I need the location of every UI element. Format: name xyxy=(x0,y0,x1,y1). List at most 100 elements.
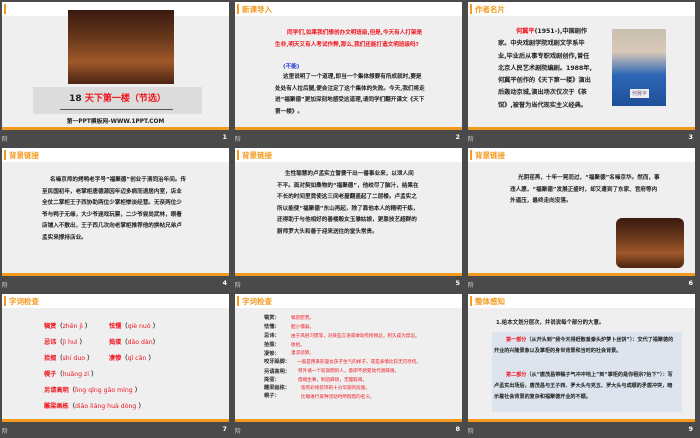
slide-1: 18 天下第一楼（节选） 第一PPT模板网-WWW.1PPT.COM xyxy=(2,2,229,130)
slide-heading: 背景链接 xyxy=(475,151,505,160)
footer-bar xyxy=(468,127,695,130)
term: 捣蛋： xyxy=(264,377,280,383)
accent-bar xyxy=(470,296,472,306)
slide-number: 6 xyxy=(688,279,693,287)
slide-number: 9 xyxy=(688,425,693,433)
definition: 一般是用来形容女孩子生气的样子，或是表情比较无可奈何。 xyxy=(297,360,422,365)
slide-heading: 背景链接 xyxy=(242,151,272,160)
term: 忌讳： xyxy=(264,333,280,339)
answer-box: 第一部分（从开头到“我今天得赶散羞秦头炉萝卜丝饼”）：交代了福聚德的开业的兴隆景… xyxy=(492,332,682,412)
term: 凄惨： xyxy=(264,351,280,357)
accent-bar xyxy=(470,150,472,160)
definition: 由于风俗习惯等，对某些言语或举动有所顾忌，积久成为禁忌。 xyxy=(291,334,420,339)
accent-bar xyxy=(4,4,6,14)
slide-header: 背景链接 xyxy=(468,148,695,162)
term: 犒赏： xyxy=(264,315,280,321)
accent-bar xyxy=(4,296,6,306)
vocab-item: 怯懦（qiè nuò ） xyxy=(109,323,159,330)
vocab-item: 雕梁画栋（diāo liáng huà dòng ） xyxy=(44,403,145,410)
slide-label: 阶 xyxy=(2,428,9,435)
footer-bar xyxy=(2,273,229,276)
vocab-item: 另请高明（lìng qǐng gāo míng ） xyxy=(44,387,142,394)
slide-number: 3 xyxy=(688,133,693,141)
slide-4: 背景链接 名噪京师的烤鸭老字号“福聚德”创业于清同治年间。传至民国初年，老掌柜唐… xyxy=(2,148,229,276)
slide-thumbnail-4[interactable]: 背景链接 名噪京师的烤鸭老字号“福聚德”创业于清同治年间。传至民国初年，老掌柜唐… xyxy=(0,146,233,292)
vocab-item: 犒赏（zhēn jì ） xyxy=(44,323,92,330)
slide-number: 1 xyxy=(222,133,227,141)
footer-bar xyxy=(235,127,462,130)
slide-label: 阶 xyxy=(235,428,242,435)
slide-label: 阶 xyxy=(235,136,242,143)
slide-title: 18 天下第一楼（节选） xyxy=(69,94,166,104)
slide-label: 阶 xyxy=(235,282,242,289)
vocab-item: 忌讳（jì huì ） xyxy=(44,339,86,346)
body-text: 名噪京师的烤鸭老字号“福聚德”创业于清同治年间。传至民国初年，老掌柜唐德源因年迈… xyxy=(42,177,187,241)
slide-8: 字词检查 犒赏： 犒赏慰劳。 怯懦： 胆小懦弱。 忌讳： 由于风俗习惯等，对某些言语或… xyxy=(235,294,462,422)
footer-bar xyxy=(235,273,462,276)
author-photo: 何冀平 xyxy=(612,29,666,106)
vocab-item: 凄惨（qī cǎn ） xyxy=(109,355,155,362)
slide-heading: 整体感知 xyxy=(475,297,505,306)
definition: 比喻进行某种活动时所假借的名义。 xyxy=(301,395,375,400)
slide-label: 阶 xyxy=(468,136,475,143)
slide-subtitle: 第一PPT模板网-WWW.1PPT.COM xyxy=(66,119,165,125)
slide-thumbnail-5[interactable]: 背景链接 生性聪慧的卢孟实立誓要干出一番事业来，以泄人间不平。面对契如桑物的“福… xyxy=(233,146,466,292)
nameplate: 何冀平 xyxy=(630,89,650,98)
footer-bar xyxy=(235,419,462,422)
slide-thumbnail-2[interactable]: 新课导入 同学们,如果我们想创办文明班级,但是,今天有人打架是生非,明天又有人考… xyxy=(233,0,466,146)
slide-header: 字词检查 xyxy=(235,294,462,308)
stage-photo xyxy=(616,218,684,268)
vocab-item: 捣蛋（dǎo dàn） xyxy=(109,339,159,346)
definition: 指有彩绘装饰的十分华丽的房屋。 xyxy=(301,386,370,391)
footer-bar xyxy=(468,273,695,276)
body-text: 生性聪慧的卢孟实立誓要干出一番事业来，以泄人间不平。面对契如桑物的“福聚德”，他… xyxy=(277,171,419,235)
definition: 犒赏慰劳。 xyxy=(291,316,314,321)
slide-thumbnail-1[interactable]: 18 天下第一楼（节选） 第一PPT模板网-WWW.1PPT.COM 阶 1 xyxy=(0,0,233,146)
slide-6: 背景链接 光阴荏苒，十年一晃而过，“福聚德”名噪京华。然而，事违人愿，“福聚德”… xyxy=(468,148,695,276)
slide-heading: 字词检查 xyxy=(242,297,272,306)
slide-heading: 新课导入 xyxy=(242,5,272,14)
definition: 胆小懦弱。 xyxy=(291,325,314,330)
term: 怯懦： xyxy=(264,324,280,330)
accent-bar xyxy=(237,4,239,14)
slide-header: 背景链接 xyxy=(235,148,462,162)
slide-header: 作者名片 xyxy=(468,2,695,16)
accent-bar xyxy=(237,296,239,306)
slide-3: 作者名片 何冀平(1951-),中国剧作家。中央戏剧学院戏剧文学系毕业,毕业后从… xyxy=(468,2,695,130)
slide-9: 整体感知 1.给本文划分层次，并说说每个部分的大意。 第一部分（从开头到“我今天… xyxy=(468,294,695,422)
slide-2: 新课导入 同学们,如果我们想创办文明班级,但是,今天有人打架是生非,明天又有人考… xyxy=(235,2,462,130)
slide-thumbnail-8[interactable]: 字词检查 犒赏： 犒赏慰劳。 怯懦： 胆小懦弱。 忌讳： 由于风俗习惯等，对某些言语或… xyxy=(233,292,466,438)
slide-5: 背景链接 生性聪慧的卢孟实立誓要干出一番事业来，以泄人间不平。面对契如桑物的“福… xyxy=(235,148,462,276)
question-text: 同学们,如果我们想创办文明班级,但是,今天有人打架是生非,明天又有人考试作弊,那… xyxy=(275,30,423,48)
term: 另请高明： xyxy=(264,369,290,375)
slide-header: 背景链接 xyxy=(2,148,229,162)
slide-thumbnail-6[interactable]: 背景链接 光阴荏苒，十年一晃而过，“福聚德”名噪京华。然而，事违人愿，“福聚德”… xyxy=(466,146,699,292)
accent-bar xyxy=(237,150,239,160)
vocab-item: 幌子（huǎng zi ） xyxy=(44,371,98,378)
definition: 收拾。 xyxy=(291,343,305,348)
slide-number: 2 xyxy=(455,133,460,141)
footer-bar xyxy=(2,419,229,422)
vocab-item: 拾掇（shí duo ） xyxy=(44,355,94,362)
part-two: 第二部分（从“唐茂昌带稿子气冲冲地上”到“掌柜的是你租宗?抬下”）：写卢孟实出场… xyxy=(494,372,673,400)
slide-thumbnail-9[interactable]: 整体感知 1.给本文划分层次，并说说每个部分的大意。 第一部分（从开头到“我今天… xyxy=(466,292,699,438)
slide-label: 阶 xyxy=(468,282,475,289)
body-text: 这里说明了一个道理,即当一个集体想要有所成就时,要是处处有人拉后腿,便会注定了这… xyxy=(275,74,425,115)
slide-thumbnail-3[interactable]: 作者名片 何冀平(1951-),中国剧作家。中央戏剧学院戏剧文学系毕业,毕业后从… xyxy=(466,0,699,146)
title-underline xyxy=(60,109,173,110)
accent-bar xyxy=(4,150,6,160)
definition: 借端生事，制造麻烦，无理取闹。 xyxy=(298,378,367,383)
term: 咬牙跺脚： xyxy=(264,359,290,365)
slide-header: 整体感知 xyxy=(468,294,695,308)
definition: 凄凉悲惨。 xyxy=(291,351,314,356)
term: 幌子： xyxy=(264,393,280,399)
slide-header: 字词检查 xyxy=(2,294,229,308)
slide-header: 新课导入 xyxy=(235,2,462,16)
stage-photo xyxy=(68,10,174,84)
slide-heading: 背景链接 xyxy=(9,151,39,160)
footer-bar xyxy=(2,127,229,130)
slide-thumbnail-7[interactable]: 字词检查 犒赏（zhēn jì ） 怯懦（qiè nuò ） 忌讳（jì huì… xyxy=(0,292,233,438)
body-text: 光阴荏苒，十年一晃而过，“福聚德”名噪京华。然而，事违人愿，“福聚德”发展正盛时… xyxy=(510,175,660,204)
slide-label: 阶 xyxy=(2,136,9,143)
title-box: 18 天下第一楼（节选） xyxy=(33,87,202,114)
